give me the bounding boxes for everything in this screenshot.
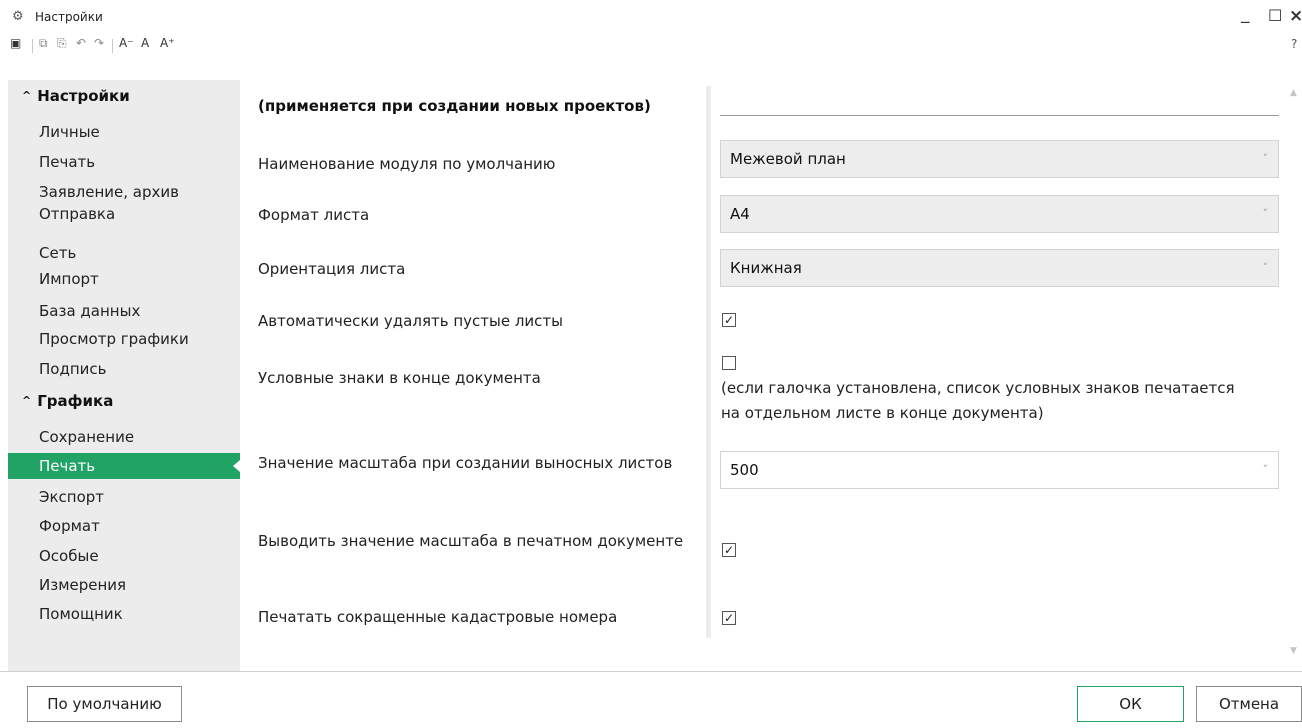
redo-icon[interactable]: ↷ [94, 36, 104, 50]
chevron-down-icon: ˅ [1262, 463, 1269, 476]
select-value: Межевой план [730, 150, 846, 168]
print-scale-checkbox[interactable]: ✓ [722, 543, 736, 557]
sidebar-item-label: Печать [39, 457, 96, 475]
sidebar-item-special[interactable]: Особые [8, 543, 240, 569]
sidebar-group-label: Графика [37, 392, 114, 410]
sidebar-item-format[interactable]: Формат [8, 513, 240, 539]
auto-delete-checkbox[interactable]: ✓ [722, 313, 736, 327]
chevron-down-icon: ˅ [1262, 261, 1269, 274]
title-bar: ⚙ Настройки _ ☐ × [0, 0, 1302, 34]
sidebar-item-signature[interactable]: Подпись [8, 356, 240, 382]
ok-button[interactable]: ОК [1077, 686, 1184, 722]
default-settings-button[interactable]: По умолчанию [27, 686, 182, 722]
chevron-down-icon: ˅ [1262, 152, 1269, 165]
section-divider [720, 115, 1279, 116]
footer-divider [0, 671, 1302, 672]
caret-up-icon: ^ [22, 394, 32, 407]
select-value: 500 [730, 461, 759, 479]
toolbar-separator [112, 39, 113, 53]
select-value: А4 [730, 205, 750, 223]
sidebar-item-save[interactable]: Сохранение [8, 424, 240, 450]
symbols-end-label: Условные знаки в конце документа [258, 369, 541, 387]
toolbar: ▣ ⧉ ⎘ ↶ ↷ A⁻ A A⁺ ? [0, 34, 1302, 58]
sidebar-group-graphics[interactable]: ^ Графика [22, 392, 113, 410]
sidebar-item-send[interactable]: Отправка [8, 201, 240, 227]
font-increase-icon[interactable]: A⁺ [160, 36, 175, 50]
short-cadastral-checkbox[interactable]: ✓ [722, 611, 736, 625]
font-decrease-icon[interactable]: A⁻ [119, 36, 134, 50]
sidebar-item-export[interactable]: Экспорт [8, 484, 240, 510]
symbols-end-note: (если галочка установлена, список условн… [721, 379, 1235, 422]
scale-value-label: Значение масштаба при создании выносных … [258, 454, 673, 472]
font-normal-icon[interactable]: A [141, 36, 149, 50]
maximize-button[interactable]: ☐ [1268, 6, 1282, 25]
column-divider [706, 86, 711, 638]
select-value: Книжная [730, 259, 802, 277]
sidebar-group-label: Настройки [37, 87, 130, 105]
sidebar-item-assistant[interactable]: Помощник [8, 601, 240, 627]
sidebar-item-import[interactable]: Импорт [8, 266, 240, 292]
sidebar-item-print[interactable]: Печать [8, 149, 240, 175]
section-heading: (применяется при создании новых проектов… [258, 97, 651, 115]
orientation-label: Ориентация листа [258, 260, 406, 278]
orientation-select[interactable]: Книжная ˅ [720, 249, 1279, 287]
scale-value-select[interactable]: 500 ˅ [720, 451, 1279, 489]
sidebar-group-settings[interactable]: ^ Настройки [22, 87, 130, 105]
settings-sidebar: ^ Настройки Личные Печать Заявление, архи… [8, 80, 240, 672]
scroll-down-icon[interactable]: ▼ [1290, 646, 1297, 656]
image-export-icon[interactable]: ▣ [10, 36, 21, 50]
sidebar-item-graphics-print[interactable]: Печать [8, 453, 240, 479]
print-scale-label: Выводить значение масштаба в печатном до… [258, 532, 684, 550]
sidebar-item-measurements[interactable]: Измерения [8, 572, 240, 598]
minimize-button[interactable]: _ [1241, 4, 1250, 24]
short-cadastral-label: Печатать сокращенные кадастровые номера [258, 608, 618, 626]
sidebar-item-database[interactable]: База данных [8, 298, 240, 324]
toolbar-separator [32, 39, 33, 53]
caret-up-icon: ^ [22, 89, 32, 102]
module-name-label: Наименование модуля по умолчанию [258, 155, 556, 173]
symbols-end-checkbox[interactable] [722, 356, 736, 370]
module-name-select[interactable]: Межевой план ˅ [720, 140, 1279, 178]
sidebar-item-network[interactable]: Сеть [8, 240, 240, 266]
close-button[interactable]: × [1289, 6, 1302, 26]
cancel-button[interactable]: Отмена [1196, 686, 1302, 722]
selection-notch-icon [233, 460, 240, 472]
undo-icon[interactable]: ↶ [76, 36, 86, 50]
settings-gear-icon: ⚙ [12, 9, 24, 24]
window-title: Настройки [35, 10, 103, 24]
auto-delete-label: Автоматически удалять пустые листы [258, 312, 563, 330]
sheet-format-select[interactable]: А4 ˅ [720, 195, 1279, 233]
sidebar-item-graphics-view[interactable]: Просмотр графики [8, 326, 240, 352]
sheet-format-label: Формат листа [258, 206, 370, 224]
paste-icon[interactable]: ⎘ [57, 36, 67, 51]
chevron-down-icon: ˅ [1262, 207, 1269, 220]
copy-icon[interactable]: ⧉ [39, 36, 48, 51]
sidebar-item-personal[interactable]: Личные [8, 119, 240, 145]
scroll-up-icon[interactable]: ▲ [1290, 88, 1297, 98]
help-icon[interactable]: ? [1291, 37, 1297, 51]
